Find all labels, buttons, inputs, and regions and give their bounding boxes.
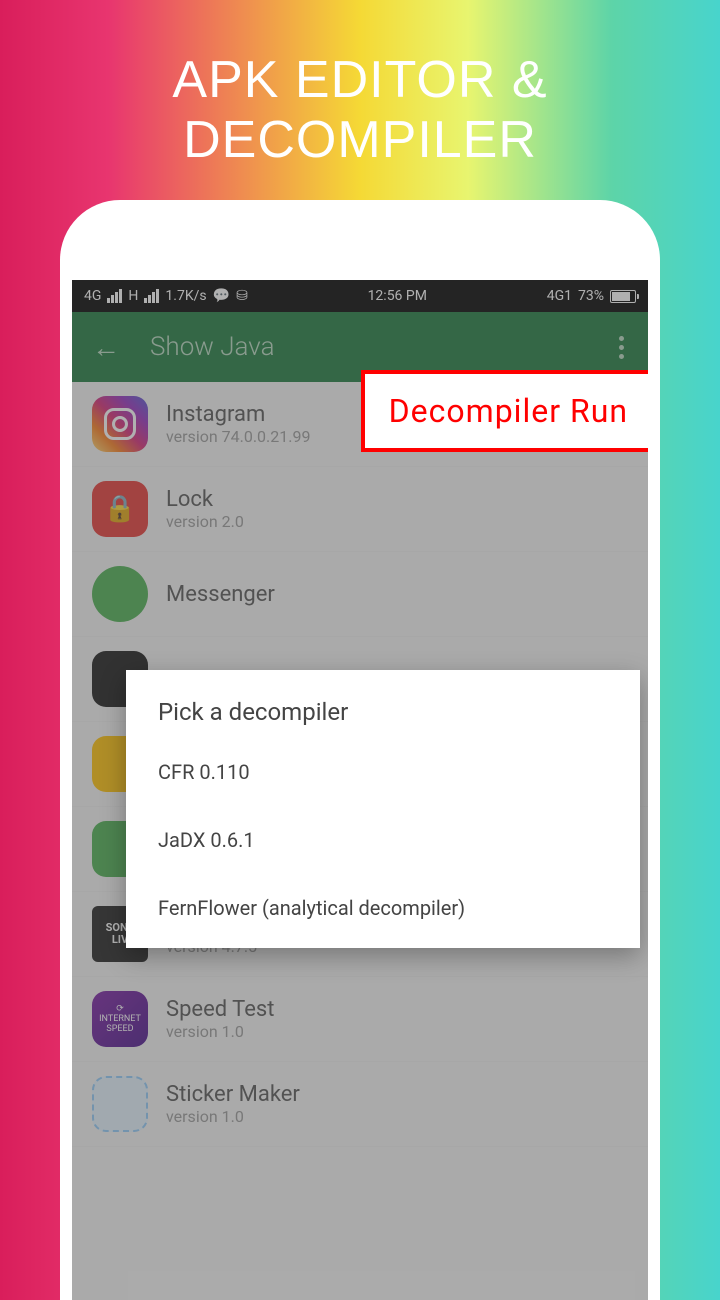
- phone-screen: 4G H 1.7K/s 💬 ⛁ 12:56 PM 4G1 73% ← Show …: [72, 280, 648, 1300]
- dialog-title: Pick a decompiler: [126, 698, 640, 738]
- promo-title: APK EDITOR & DECOMPILER: [0, 0, 720, 170]
- phone-frame: 4G H 1.7K/s 💬 ⛁ 12:56 PM 4G1 73% ← Show …: [60, 200, 660, 1300]
- dialog-option-jadx[interactable]: JaDX 0.6.1: [126, 806, 640, 874]
- dialog-option-fernflower[interactable]: FernFlower (analytical decompiler): [126, 874, 640, 942]
- callout-label: Decompiler Run: [361, 370, 648, 452]
- dialog-option-cfr[interactable]: CFR 0.110: [126, 738, 640, 806]
- decompiler-dialog: Pick a decompiler CFR 0.110 JaDX 0.6.1 F…: [126, 670, 640, 948]
